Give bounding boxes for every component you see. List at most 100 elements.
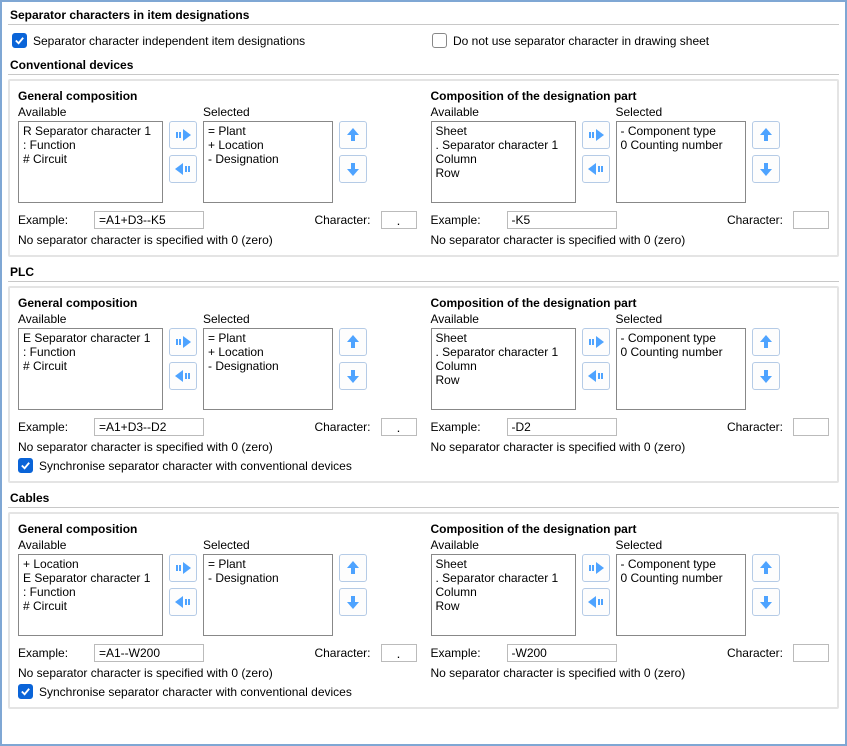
general-label: General composition xyxy=(18,89,417,105)
cab-gen-example-input[interactable]: =A1--W200 xyxy=(94,644,204,662)
conventional-title: Conventional devices xyxy=(8,56,839,75)
sync-label: Synchronise separator character with con… xyxy=(39,459,352,473)
cab-des-example-input[interactable]: -W200 xyxy=(507,644,617,662)
available-label: Available xyxy=(18,538,163,554)
available-label: Available xyxy=(431,312,576,328)
selected-label: Selected xyxy=(616,538,746,554)
move-down-button[interactable] xyxy=(752,362,780,390)
move-up-button[interactable] xyxy=(752,121,780,149)
character-label: Character: xyxy=(314,213,370,227)
move-up-button[interactable] xyxy=(752,328,780,356)
checkbox-independent[interactable] xyxy=(12,33,27,48)
plc-des-available-list[interactable]: Sheet . Separator character 1 Column Row xyxy=(431,328,576,410)
plc-gen-char-input[interactable] xyxy=(381,418,417,436)
note-text: No separator character is specified with… xyxy=(431,436,830,454)
move-right-button[interactable] xyxy=(582,554,610,582)
move-left-button[interactable] xyxy=(169,155,197,183)
example-label: Example: xyxy=(18,646,88,660)
designation-label: Composition of the designation part xyxy=(431,522,830,538)
note-text: No separator character is specified with… xyxy=(431,229,830,247)
note-text: No separator character is specified with… xyxy=(431,662,830,680)
note-text: No separator character is specified with… xyxy=(18,662,417,680)
move-left-button[interactable] xyxy=(169,362,197,390)
example-label: Example: xyxy=(431,646,501,660)
move-down-button[interactable] xyxy=(752,588,780,616)
move-right-button[interactable] xyxy=(169,121,197,149)
cab-gen-available-list[interactable]: + Location E Separator character 1 : Fun… xyxy=(18,554,163,636)
cables-title: Cables xyxy=(8,489,839,508)
move-down-button[interactable] xyxy=(339,362,367,390)
move-left-button[interactable] xyxy=(582,588,610,616)
designation-label: Composition of the designation part xyxy=(431,89,830,105)
plc-title: PLC xyxy=(8,263,839,282)
conventional-group: General composition Available R Separato… xyxy=(8,79,839,257)
available-label: Available xyxy=(18,105,163,121)
checkbox-drawing-label: Do not use separator character in drawin… xyxy=(453,34,709,48)
checkbox-sync-cables[interactable] xyxy=(18,684,33,699)
selected-label: Selected xyxy=(203,105,333,121)
designation-label: Composition of the designation part xyxy=(431,296,830,312)
conv-des-char-input[interactable] xyxy=(793,211,829,229)
separator-title: Separator characters in item designation… xyxy=(8,6,839,25)
example-label: Example: xyxy=(18,213,88,227)
character-label: Character: xyxy=(727,213,783,227)
selected-label: Selected xyxy=(203,312,333,328)
plc-des-example-input[interactable]: -D2 xyxy=(507,418,617,436)
move-left-button[interactable] xyxy=(169,588,197,616)
cab-gen-selected-list[interactable]: = Plant - Designation xyxy=(203,554,333,636)
move-up-button[interactable] xyxy=(339,121,367,149)
checkbox-independent-label: Separator character independent item des… xyxy=(33,34,305,48)
conv-des-example-input[interactable]: -K5 xyxy=(507,211,617,229)
move-right-button[interactable] xyxy=(582,121,610,149)
settings-panel: Separator characters in item designation… xyxy=(0,0,847,746)
note-text: No separator character is specified with… xyxy=(18,436,417,454)
conv-des-available-list[interactable]: Sheet . Separator character 1 Column Row xyxy=(431,121,576,203)
plc-des-selected-list[interactable]: - Component type 0 Counting number xyxy=(616,328,746,410)
selected-label: Selected xyxy=(616,312,746,328)
plc-gen-selected-list[interactable]: = Plant + Location - Designation xyxy=(203,328,333,410)
available-label: Available xyxy=(431,105,576,121)
move-left-button[interactable] xyxy=(582,155,610,183)
conv-des-selected-list[interactable]: - Component type 0 Counting number xyxy=(616,121,746,203)
available-label: Available xyxy=(18,312,163,328)
cables-group: General composition Available + Location… xyxy=(8,512,839,709)
checkbox-drawing[interactable] xyxy=(432,33,447,48)
character-label: Character: xyxy=(314,420,370,434)
conv-gen-char-input[interactable] xyxy=(381,211,417,229)
cab-des-selected-list[interactable]: - Component type 0 Counting number xyxy=(616,554,746,636)
example-label: Example: xyxy=(431,213,501,227)
move-down-button[interactable] xyxy=(339,155,367,183)
checkbox-sync-plc[interactable] xyxy=(18,458,33,473)
plc-gen-example-input[interactable]: =A1+D3--D2 xyxy=(94,418,204,436)
move-down-button[interactable] xyxy=(752,155,780,183)
conv-gen-selected-list[interactable]: = Plant + Location - Designation xyxy=(203,121,333,203)
note-text: No separator character is specified with… xyxy=(18,229,417,247)
move-down-button[interactable] xyxy=(339,588,367,616)
selected-label: Selected xyxy=(203,538,333,554)
example-label: Example: xyxy=(18,420,88,434)
move-right-button[interactable] xyxy=(169,328,197,356)
plc-group: General composition Available E Separato… xyxy=(8,286,839,483)
sync-label: Synchronise separator character with con… xyxy=(39,685,352,699)
move-up-button[interactable] xyxy=(752,554,780,582)
move-up-button[interactable] xyxy=(339,554,367,582)
character-label: Character: xyxy=(727,646,783,660)
move-left-button[interactable] xyxy=(582,362,610,390)
conv-gen-example-input[interactable]: =A1+D3--K5 xyxy=(94,211,204,229)
plc-gen-available-list[interactable]: E Separator character 1 : Function # Cir… xyxy=(18,328,163,410)
move-right-button[interactable] xyxy=(169,554,197,582)
cab-des-char-input[interactable] xyxy=(793,644,829,662)
general-label: General composition xyxy=(18,522,417,538)
selected-label: Selected xyxy=(616,105,746,121)
conv-gen-available-list[interactable]: R Separator character 1 : Function # Cir… xyxy=(18,121,163,203)
character-label: Character: xyxy=(314,646,370,660)
cab-des-available-list[interactable]: Sheet . Separator character 1 Column Row xyxy=(431,554,576,636)
available-label: Available xyxy=(431,538,576,554)
cab-gen-char-input[interactable] xyxy=(381,644,417,662)
general-label: General composition xyxy=(18,296,417,312)
plc-des-char-input[interactable] xyxy=(793,418,829,436)
example-label: Example: xyxy=(431,420,501,434)
move-right-button[interactable] xyxy=(582,328,610,356)
move-up-button[interactable] xyxy=(339,328,367,356)
character-label: Character: xyxy=(727,420,783,434)
